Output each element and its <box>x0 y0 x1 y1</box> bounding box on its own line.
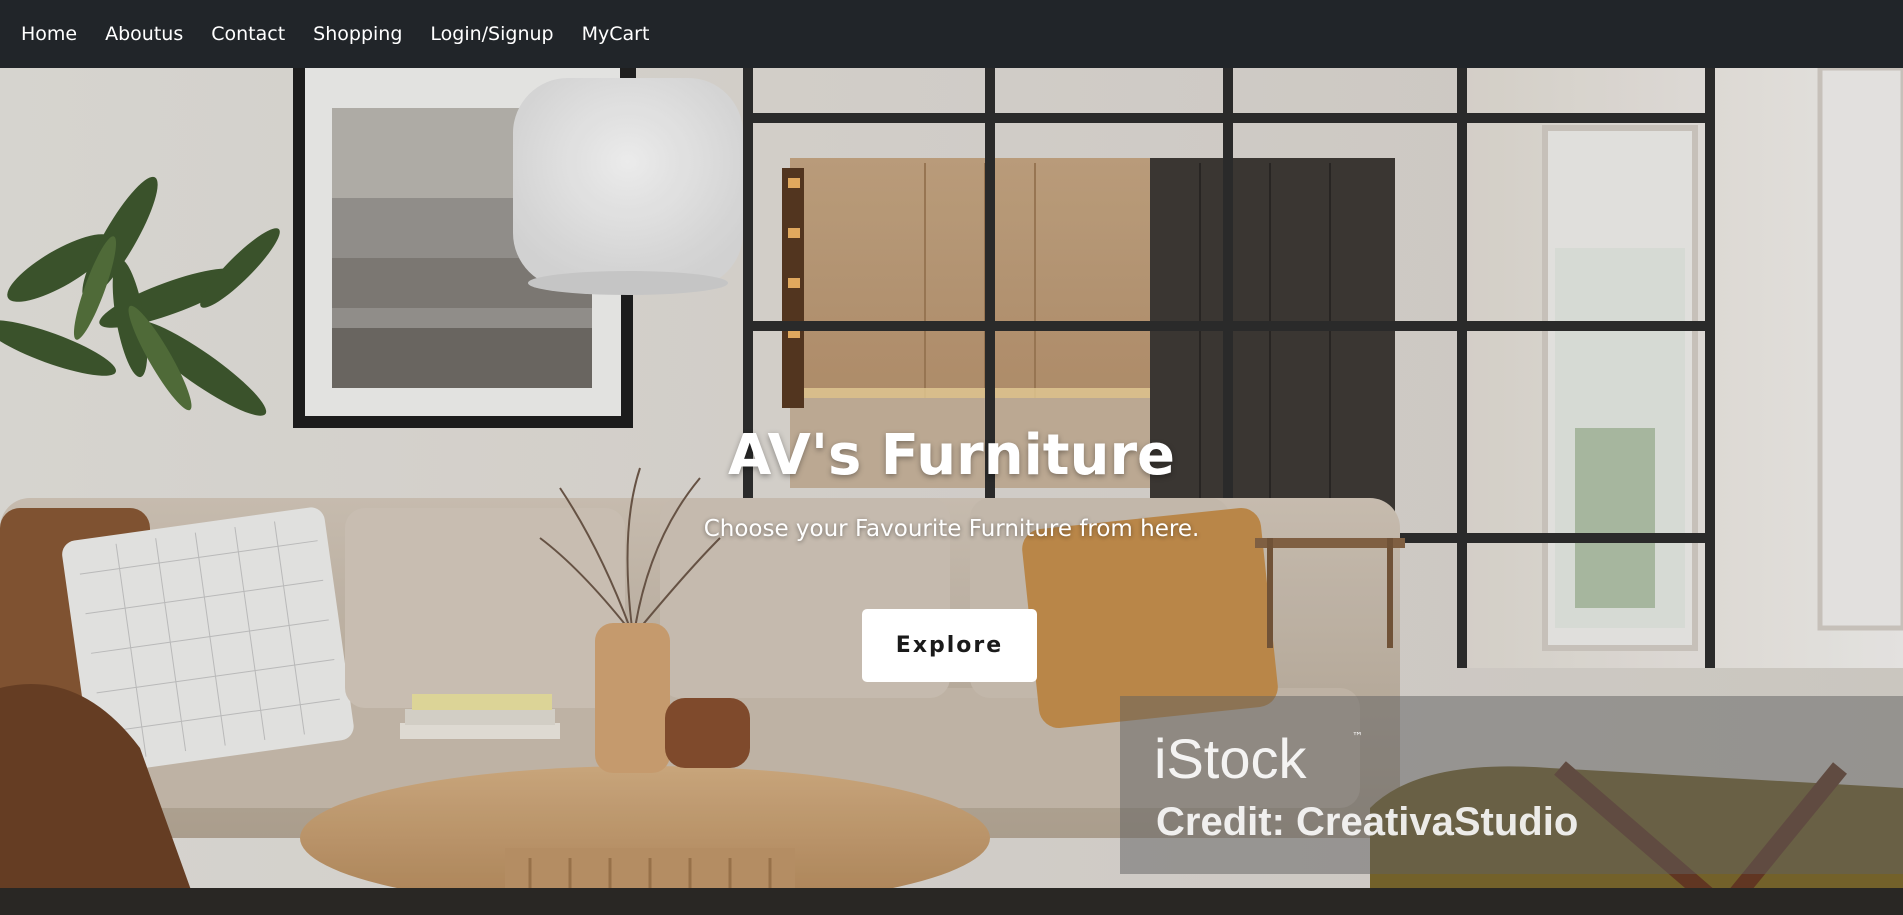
nav-login-signup-link[interactable]: Login/Signup <box>426 23 557 45</box>
explore-button[interactable]: Explore <box>862 609 1037 682</box>
nav-shopping-link[interactable]: Shopping <box>309 23 406 45</box>
watermark-trademark: ™ <box>1352 730 1363 743</box>
nav-contact-link[interactable]: Contact <box>207 23 289 45</box>
watermark-brand: iStock <box>1154 727 1307 790</box>
top-navbar: Home Aboutus Contact Shopping Login/Sign… <box>0 0 1903 68</box>
watermark-credit: Credit: CreativaStudio <box>1156 800 1579 844</box>
hero-section: AV's Furniture Choose your Favourite Fur… <box>0 68 1903 915</box>
nav-home-link[interactable]: Home <box>17 23 81 45</box>
hero-title: AV's Furniture <box>727 423 1176 488</box>
nav-mycart-link[interactable]: MyCart <box>578 23 654 45</box>
nav-aboutus-link[interactable]: Aboutus <box>101 23 187 45</box>
stock-watermark: iStock ™ Credit: CreativaStudio <box>1120 696 1903 874</box>
hero-subtitle: Choose your Favourite Furniture from her… <box>703 516 1200 542</box>
